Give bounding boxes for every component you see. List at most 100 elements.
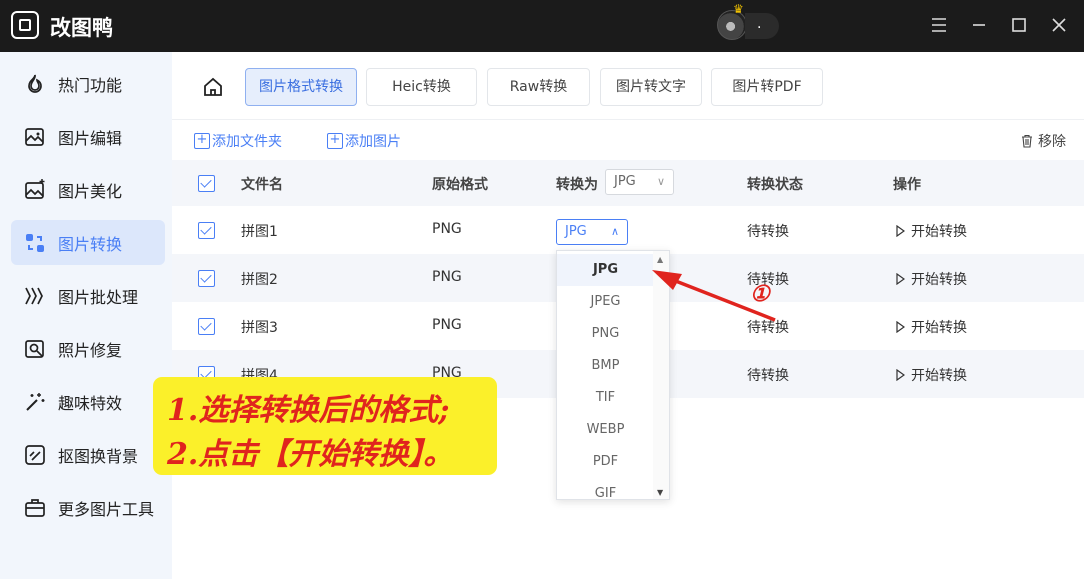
start-convert-button[interactable]: 开始转换 [896, 365, 967, 385]
sidebar-item-label: 图片编辑 [58, 128, 123, 148]
format-option-jpg[interactable]: JPG [557, 254, 654, 286]
instruction-line-2: 2.点击【开始转换】。 [167, 437, 454, 472]
add-folder-button[interactable]: + 添加文件夹 [194, 131, 282, 151]
row-format: PNG [432, 221, 462, 237]
tab-heic-convert[interactable]: Heic转换 [366, 68, 477, 106]
home-icon[interactable] [202, 76, 224, 98]
row-checkbox[interactable] [198, 318, 215, 335]
sidebar-item-label: 照片修复 [58, 340, 123, 360]
header-convert-to: 转换为 [556, 177, 598, 193]
maximize-icon[interactable] [1008, 14, 1030, 36]
remove-label: 移除 [1038, 134, 1066, 150]
title-bar: 改图鸭 ♛ . [0, 0, 1084, 52]
row-format-value: JPG [565, 224, 587, 239]
header-status: 转换状态 [747, 177, 803, 193]
instruction-line-1: 1.选择转换后的格式; [167, 393, 450, 428]
user-name[interactable]: . [745, 13, 779, 39]
header-action: 操作 [893, 177, 921, 193]
format-option-bmp[interactable]: BMP [557, 350, 654, 382]
step-marker: ① [750, 281, 770, 307]
header-original-format: 原始格式 [432, 177, 488, 193]
format-option-jpeg[interactable]: JPEG [557, 286, 654, 318]
sidebar-item-label: 图片美化 [58, 181, 123, 201]
image-edit-icon [23, 125, 47, 149]
sidebar-item-label: 抠图换背景 [58, 446, 139, 466]
play-icon [896, 273, 905, 285]
scroll-down-icon[interactable]: ▼ [657, 488, 663, 497]
convert-icon [23, 231, 47, 255]
dropdown-scrollbar[interactable]: ▲ ▼ [653, 251, 669, 499]
play-icon [896, 225, 905, 237]
start-convert-label: 开始转换 [911, 368, 967, 384]
row-checkbox[interactable] [198, 270, 215, 287]
sidebar-item-image-edit[interactable]: 图片编辑 [11, 114, 165, 159]
start-convert-button[interactable]: 开始转换 [896, 317, 967, 337]
sidebar-item-photo-repair[interactable]: 照片修复 [11, 326, 165, 371]
format-option-gif[interactable]: GIF [557, 478, 654, 499]
sidebar-item-fun-effects[interactable]: 趣味特效 [11, 379, 165, 424]
instruction-callout: 1.选择转换后的格式; 2.点击【开始转换】。 [153, 377, 497, 475]
sidebar-item-cutout[interactable]: 抠图换背景 [11, 432, 165, 477]
format-option-tif[interactable]: TIF [557, 382, 654, 414]
tab-image-format-convert[interactable]: 图片格式转换 [245, 68, 357, 106]
remove-button[interactable]: 移除 [1020, 131, 1066, 151]
global-format-select[interactable]: JPG ∨ [605, 169, 674, 195]
chevron-down-icon: ∨ [656, 175, 665, 188]
start-convert-label: 开始转换 [911, 272, 967, 288]
chevron-up-icon: ∧ [610, 225, 619, 238]
close-icon[interactable] [1048, 14, 1070, 36]
sidebar-item-more-tools[interactable]: 更多图片工具 [11, 485, 165, 530]
minimize-icon[interactable] [968, 14, 990, 36]
sidebar-item-label: 图片转换 [58, 234, 123, 254]
trash-icon [1022, 134, 1032, 148]
sidebar-item-label: 更多图片工具 [58, 499, 155, 519]
cutout-icon [23, 443, 47, 467]
row-file-name: 拼图3 [241, 320, 278, 336]
select-all-checkbox[interactable] [198, 175, 215, 192]
start-convert-label: 开始转换 [911, 224, 967, 240]
batch-icon [23, 284, 47, 308]
table-header: 文件名 原始格式 转换为 JPG ∨ 转换状态 操作 [172, 160, 1084, 206]
sidebar-item-label: 热门功能 [58, 75, 123, 95]
fire-icon [23, 72, 47, 96]
add-image-button[interactable]: + 添加图片 [327, 131, 401, 151]
format-option-webp[interactable]: WEBP [557, 414, 654, 446]
sidebar-item-image-convert[interactable]: 图片转换 [11, 220, 165, 265]
sidebar-item-hot[interactable]: 热门功能 [11, 61, 165, 106]
sidebar: 热门功能 图片编辑 图片美化 图片转换 图片批处理 照片修复 趣味特效 抠图换背… [0, 52, 172, 579]
scroll-up-icon[interactable]: ▲ [657, 255, 663, 264]
app-logo-icon [11, 11, 39, 39]
format-option-pdf[interactable]: PDF [557, 446, 654, 478]
plus-icon: + [327, 133, 343, 149]
toolbox-icon [23, 496, 47, 520]
format-dropdown-list: JPG JPEG PNG BMP TIF WEBP PDF GIF ▲ ▼ [556, 250, 670, 500]
tab-image-to-pdf[interactable]: 图片转PDF [711, 68, 823, 106]
start-convert-button[interactable]: 开始转换 [896, 221, 967, 241]
row-file-name: 拼图1 [241, 224, 278, 240]
header-file-name: 文件名 [241, 177, 283, 193]
sidebar-item-label: 趣味特效 [58, 393, 123, 413]
app-title: 改图鸭 [50, 16, 113, 40]
row-status: 待转换 [747, 224, 789, 240]
plus-icon: + [194, 133, 210, 149]
tab-image-to-text[interactable]: 图片转文字 [600, 68, 702, 106]
add-image-label: 添加图片 [345, 134, 401, 150]
toolbar: + 添加文件夹 + 添加图片 移除 [172, 120, 1084, 160]
row-format: PNG [432, 317, 462, 333]
sidebar-item-image-beautify[interactable]: 图片美化 [11, 167, 165, 212]
row-status: 待转换 [747, 320, 789, 336]
menu-icon[interactable] [928, 14, 950, 36]
row-status: 待转换 [747, 368, 789, 384]
main-window: 热门功能 图片编辑 图片美化 图片转换 图片批处理 照片修复 趣味特效 抠图换背… [0, 52, 1084, 579]
photo-repair-icon [23, 337, 47, 361]
sidebar-item-batch[interactable]: 图片批处理 [11, 273, 165, 318]
add-folder-label: 添加文件夹 [212, 134, 282, 150]
row-file-name: 拼图2 [241, 272, 278, 288]
play-icon [896, 321, 905, 333]
start-convert-button[interactable]: 开始转换 [896, 269, 967, 289]
tab-raw-convert[interactable]: Raw转换 [487, 68, 590, 106]
table-row: 拼图1 PNG JPG ∧ 待转换 开始转换 [172, 206, 1084, 254]
format-option-png[interactable]: PNG [557, 318, 654, 350]
row-format-select[interactable]: JPG ∧ [556, 219, 628, 245]
row-checkbox[interactable] [198, 222, 215, 239]
